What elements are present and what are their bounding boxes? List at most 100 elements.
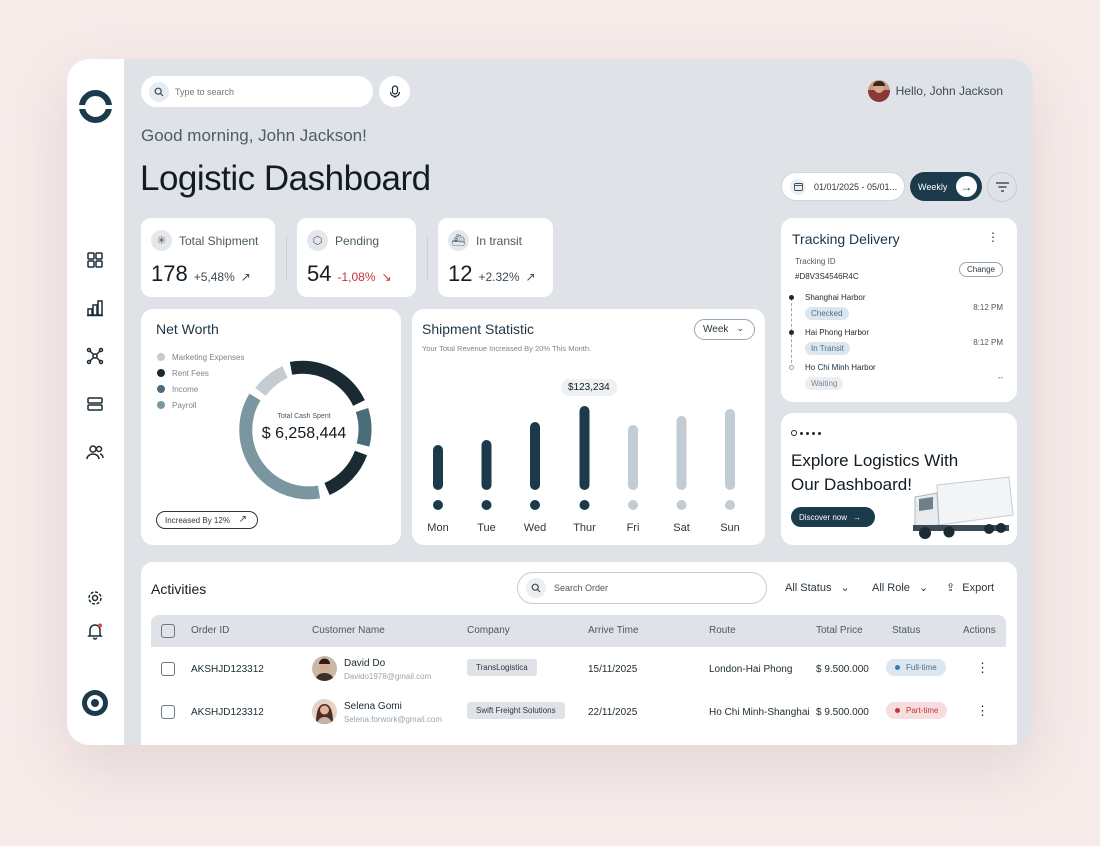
carousel-dot[interactable] <box>818 431 821 435</box>
carousel-dots[interactable] <box>791 430 821 436</box>
stop-time: -- <box>997 373 1003 382</box>
bar-mon[interactable] <box>433 445 443 490</box>
bar-fri[interactable] <box>628 425 638 490</box>
settings-icon[interactable] <box>85 588 105 608</box>
trend-up-icon: ↗ <box>525 270 536 284</box>
more-vertical-icon[interactable]: ⋮ <box>987 230 999 244</box>
customer-email: Davido1978@gmail.com <box>344 672 432 681</box>
x-tick-label: Thur <box>573 522 596 534</box>
tracking-id-value: #D8V3S4546R4C <box>795 272 859 281</box>
arrive-time: 15/11/2025 <box>588 664 638 675</box>
date-range-picker[interactable]: 01/01/2025 - 05/01... <box>781 172 905 201</box>
arrow-up-right-icon: ↗ <box>238 514 247 525</box>
promo-card: Explore Logistics With Our Dashboard! Di… <box>781 413 1017 545</box>
storage-icon[interactable] <box>85 394 105 414</box>
more-vertical-icon[interactable]: ⋮ <box>976 703 989 719</box>
order-search-bar[interactable]: Search Order <box>517 572 767 604</box>
card-title: Net Worth <box>156 321 219 337</box>
stat-card-total-shipment[interactable]: ✳ Total Shipment 178 +5,48% ↗ <box>141 218 275 297</box>
customer-email: Selena.forwork@gmail.com <box>344 715 442 724</box>
status-filter-dropdown[interactable]: All Status ⌄ <box>785 581 850 594</box>
x-tick-label: Sat <box>673 522 690 534</box>
table-header: Order ID Customer Name Company Arrive Ti… <box>151 615 1006 647</box>
bar-marker-fri <box>628 500 638 510</box>
timeline-dot <box>789 330 794 335</box>
column-header[interactable]: Order ID <box>191 625 229 636</box>
section-title: Activities <box>151 581 207 597</box>
microphone-icon <box>389 84 400 98</box>
increased-badge[interactable]: Increased By 12% ↗ <box>156 511 258 529</box>
stat-change: -1,08% <box>337 270 376 284</box>
stop-time: 8:12 PM <box>973 303 1003 312</box>
column-header[interactable]: Status <box>892 625 920 636</box>
page-title: Logistic Dashboard <box>140 159 431 198</box>
select-all-checkbox[interactable] <box>161 624 175 638</box>
microphone-button[interactable] <box>379 76 410 107</box>
bar-wed[interactable] <box>530 422 540 490</box>
dropdown-value: All Role <box>872 582 910 594</box>
notification-bell-icon[interactable] <box>85 621 105 641</box>
stat-label: Pending <box>335 233 380 248</box>
bar-marker-sat <box>676 500 687 510</box>
column-header[interactable]: Customer Name <box>312 625 385 636</box>
tracking-delivery-card: Tracking Delivery ⋮ Tracking ID #D8V3S45… <box>781 218 1017 402</box>
trend-up-icon: ↗ <box>240 270 251 284</box>
stat-value: 178 <box>151 261 188 286</box>
moon-icon <box>87 695 103 711</box>
bar-marker-mon <box>433 500 443 510</box>
column-header[interactable]: Route <box>709 625 736 636</box>
timeline-dot <box>789 295 794 300</box>
donut-center-label: Total Cash Spent <box>277 413 331 420</box>
dashboard-icon[interactable] <box>85 250 105 270</box>
donut-segment-rent-2 <box>324 450 368 495</box>
theme-toggle[interactable] <box>82 690 108 716</box>
row-checkbox[interactable] <box>161 662 175 676</box>
tracking-stop: Ho Chi Minh Harbor Waiting <box>805 363 876 390</box>
stat-card-pending[interactable]: ⬡ Pending 54 -1,08% ↘ <box>297 218 416 297</box>
search-input[interactable] <box>175 86 355 97</box>
bar-tue[interactable] <box>481 440 492 490</box>
export-button[interactable]: ⇪ Export <box>946 581 994 594</box>
stat-value: 54 <box>307 261 332 286</box>
total-price: $ 9.500.000 <box>816 707 869 718</box>
stat-label: Total Shipment <box>179 233 259 248</box>
x-tick-label: Wed <box>524 522 546 534</box>
donut-segment-marketing <box>255 366 288 397</box>
column-header[interactable]: Arrive Time <box>588 625 639 636</box>
x-tick-label: Fri <box>627 522 640 534</box>
stat-card-in-transit[interactable]: ⛴ In transit 12 +2.32% ↗ <box>438 218 553 297</box>
row-checkbox[interactable] <box>161 705 175 719</box>
discover-button[interactable]: Discover now → <box>791 507 875 527</box>
user-profile[interactable]: Hello, John Jackson <box>867 80 1003 102</box>
carousel-dot-active[interactable] <box>791 430 797 436</box>
users-icon[interactable] <box>85 442 105 462</box>
asterisk-icon: ✳ <box>151 230 172 251</box>
column-header[interactable]: Actions <box>963 625 996 636</box>
arrow-right-icon: → <box>853 512 862 522</box>
stat-change: +2.32% <box>478 270 520 284</box>
order-search-input[interactable]: Search Order <box>554 583 608 593</box>
avatar <box>312 699 337 724</box>
carousel-dot[interactable] <box>800 431 803 435</box>
change-button[interactable]: Change <box>958 262 1003 277</box>
column-header[interactable]: Total Price <box>816 625 863 636</box>
role-filter-dropdown[interactable]: All Role ⌄ <box>872 581 928 594</box>
bar-thur[interactable] <box>579 406 590 490</box>
analytics-icon[interactable] <box>85 298 105 318</box>
bar-marker-thur <box>579 500 590 510</box>
carousel-dot[interactable] <box>806 431 809 435</box>
arrive-time: 22/11/2025 <box>588 707 638 718</box>
stat-value: 12 <box>448 261 473 286</box>
period-selector[interactable]: Weekly → <box>910 172 982 201</box>
search-bar[interactable] <box>141 76 373 107</box>
filter-button[interactable] <box>987 172 1017 202</box>
more-vertical-icon[interactable]: ⋮ <box>976 660 989 676</box>
carousel-dot[interactable] <box>812 431 815 435</box>
bar-sat[interactable] <box>676 416 687 490</box>
increased-label: Increased By 12% <box>165 515 230 525</box>
net-worth-card: Net Worth Marketing Expenses Rent Fees I… <box>141 309 401 545</box>
column-header[interactable]: Company <box>467 625 510 636</box>
bar-sun[interactable] <box>725 409 735 490</box>
network-icon[interactable] <box>85 346 105 366</box>
box-icon: ⬡ <box>307 230 328 251</box>
